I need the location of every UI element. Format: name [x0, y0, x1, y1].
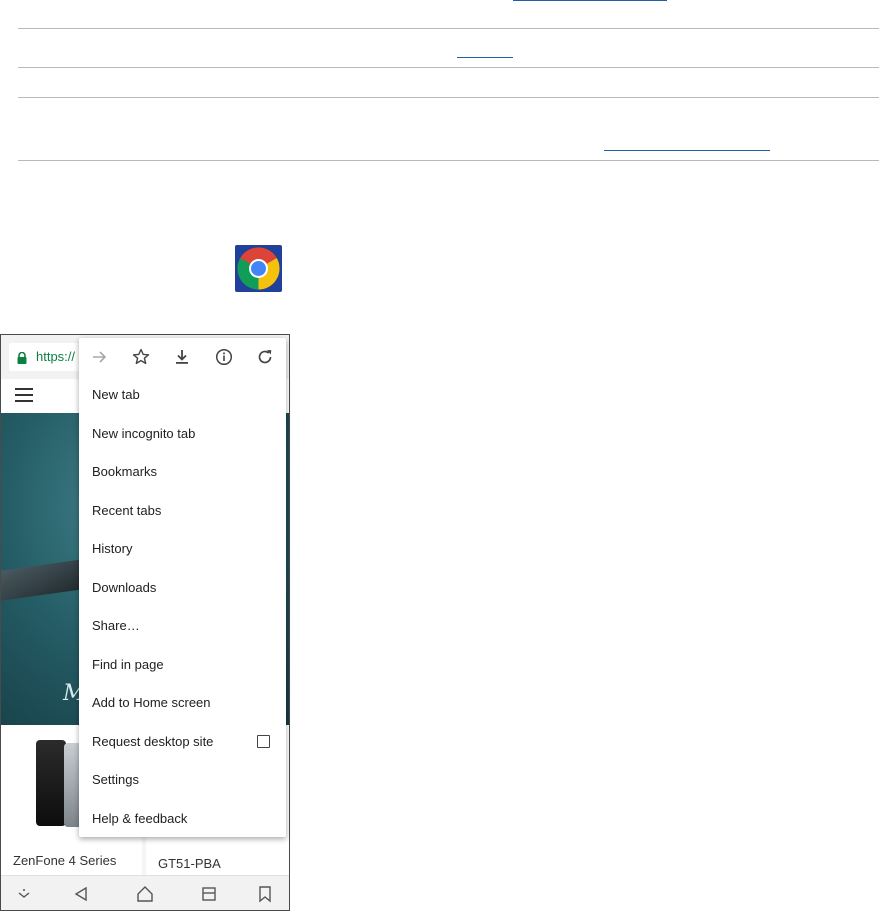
menu-item-bookmarks[interactable]: Bookmarks: [79, 453, 286, 491]
menu-item-label: Request desktop site: [92, 733, 214, 749]
menu-item-history[interactable]: History: [79, 530, 286, 568]
menu-item-label: Add to Home screen: [92, 695, 211, 710]
lock-icon: [17, 351, 27, 369]
product-label: GT51-PBA: [158, 856, 221, 871]
hamburger-menu-icon[interactable]: [15, 388, 33, 407]
forward-icon[interactable]: [89, 347, 109, 367]
menu-item-recent-tabs[interactable]: Recent tabs: [79, 492, 286, 530]
chrome-app-icon: [235, 245, 282, 292]
menu-item-help-feedback[interactable]: Help & feedback: [79, 800, 286, 838]
menu-item-share[interactable]: Share…: [79, 607, 286, 645]
bookmark-icon[interactable]: [255, 884, 275, 904]
refresh-icon[interactable]: [255, 347, 275, 367]
table-rule: [18, 67, 879, 68]
menu-item-label: Find in page: [92, 656, 164, 672]
product-image: [36, 740, 66, 826]
menu-item-label: New incognito tab: [92, 425, 196, 441]
link-underline[interactable]: [513, 0, 667, 1]
menu-item-new-incognito-tab[interactable]: New incognito tab: [79, 415, 286, 453]
menu-item-label: Recent tabs: [92, 502, 162, 518]
url-text: https://: [36, 349, 76, 364]
menu-item-new-tab[interactable]: New tab: [79, 376, 286, 414]
hide-nav-icon[interactable]: [14, 884, 34, 904]
table-rule: [18, 28, 879, 29]
menu-item-label: Share…: [92, 618, 140, 633]
menu-item-request-desktop-site[interactable]: Request desktop site: [79, 723, 286, 761]
table-rule: [18, 160, 879, 161]
menu-item-downloads[interactable]: Downloads: [79, 569, 286, 607]
menu-item-label: History: [92, 541, 133, 556]
recent-apps-icon[interactable]: [199, 884, 219, 904]
menu-item-label: New tab: [92, 387, 140, 402]
download-icon[interactable]: [172, 347, 192, 367]
overflow-menu: New tab New incognito tab Bookmarks Rece…: [79, 338, 286, 837]
menu-item-find-in-page[interactable]: Find in page: [79, 646, 286, 684]
menu-item-settings[interactable]: Settings: [79, 761, 286, 799]
desktop-site-checkbox[interactable]: [257, 734, 270, 748]
menu-icon-row: [79, 338, 286, 376]
info-icon[interactable]: [214, 347, 234, 367]
back-icon[interactable]: [71, 884, 91, 904]
home-icon[interactable]: [135, 884, 155, 904]
menu-item-label: Settings: [92, 772, 139, 787]
link-underline[interactable]: [457, 57, 513, 58]
product-label: ZenFone 4 Series: [13, 853, 117, 868]
menu-item-label: Downloads: [92, 579, 157, 595]
android-nav-bar: [1, 875, 289, 910]
star-icon[interactable]: [131, 347, 151, 367]
menu-item-add-to-home-screen[interactable]: Add to Home screen: [79, 684, 286, 722]
table-rule: [18, 97, 879, 98]
menu-item-label: Bookmarks: [92, 464, 158, 479]
link-underline[interactable]: [604, 150, 770, 151]
menu-item-label: Help & feedback: [92, 810, 188, 826]
